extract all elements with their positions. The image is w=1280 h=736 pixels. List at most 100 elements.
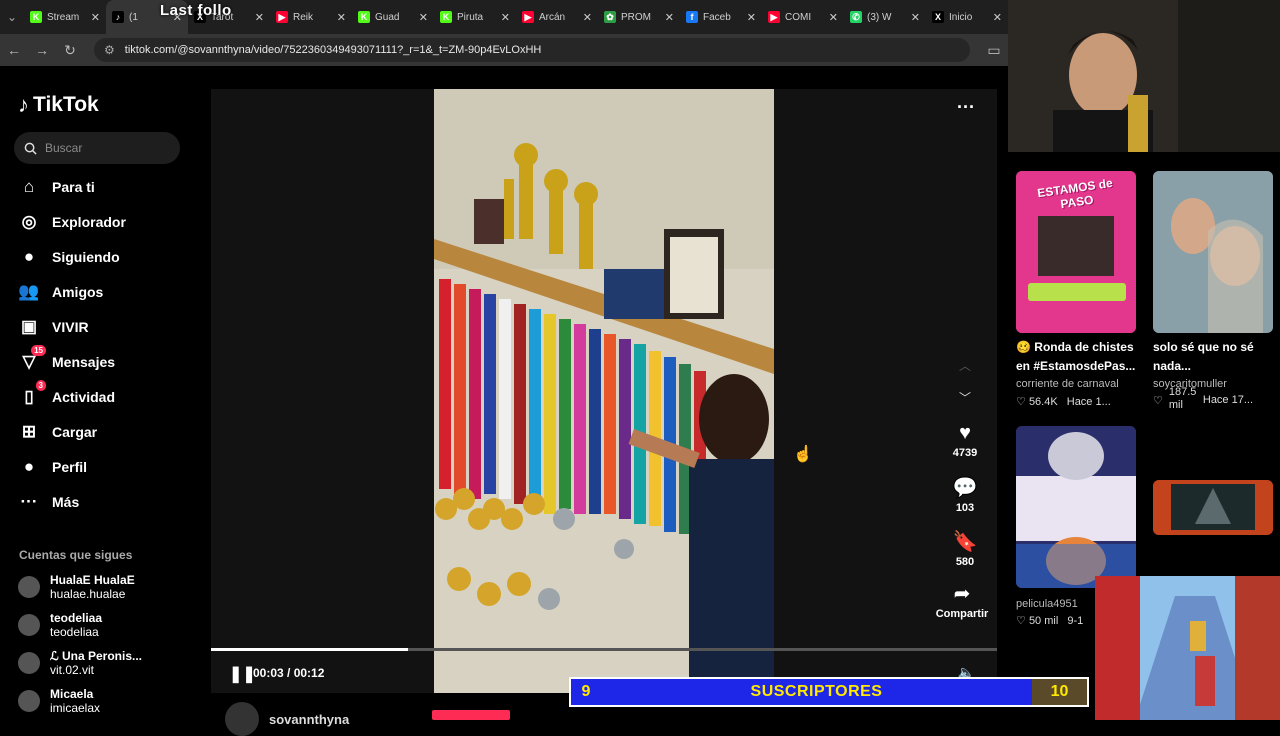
tab-close-icon[interactable]: ✕ [419, 11, 428, 24]
sidebar-nav-item[interactable]: ··· Más [18, 491, 80, 513]
tab-favicon-icon: K [440, 11, 452, 23]
profile-icon: ● [23, 457, 35, 476]
browser-tab[interactable]: f Faceb ✕ [680, 0, 762, 34]
follow-button[interactable] [432, 710, 510, 720]
browser-tab[interactable]: ▶ Reik ✕ [270, 0, 352, 34]
share-label: Compartir [935, 608, 989, 620]
tiktok-logo[interactable]: ♪ TikTok [18, 92, 99, 118]
reload-icon[interactable]: ↻ [56, 42, 84, 59]
progress-bar[interactable] [211, 648, 997, 651]
browser-tab[interactable]: ▶ Arcán ✕ [516, 0, 598, 34]
install-app-icon[interactable]: ▭ [980, 42, 1008, 59]
account-text: HualaE HualaE hualae.hualae [50, 573, 135, 601]
thumb-3-image [1016, 426, 1136, 588]
notification-badge: 3 [35, 380, 46, 391]
followed-account[interactable]: HualaE HualaE hualae.hualae [18, 573, 135, 601]
recommended-meta-2: ♡ 187.5 mil Hace 17... [1153, 386, 1253, 412]
followed-account[interactable]: Micaela imicaelax [18, 687, 100, 715]
recommended-thumb-3[interactable] [1016, 426, 1136, 588]
url-field[interactable]: ⚙ tiktok.com/@sovannthyna/video/75223603… [94, 38, 970, 62]
browser-tab[interactable]: K Piruta ✕ [434, 0, 516, 34]
recommended-thumb-1[interactable]: ESTAMOS de PASO [1016, 171, 1136, 333]
like-button[interactable]: ♥ 4739 [943, 422, 987, 459]
video-frame[interactable] [434, 89, 774, 693]
author-avatar[interactable] [225, 702, 259, 736]
tab-close-icon[interactable]: ✕ [337, 11, 346, 24]
video-player[interactable]: ··· ︿ ﹀ ♥ 4739 💬 103 🔖 580 ➦ Compartir ❚… [211, 89, 997, 693]
browser-tab[interactable]: K Stream ✕ [24, 0, 106, 34]
sidebar-nav-item[interactable]: ▣ VIVIR [18, 316, 89, 338]
share-button[interactable]: ➦ Compartir [929, 581, 995, 620]
followed-account[interactable]: teodeliaa teodeliaa [18, 611, 102, 639]
forward-icon[interactable]: → [28, 42, 56, 58]
site-settings-icon[interactable]: ⚙ [104, 43, 115, 57]
tab-close-icon[interactable]: ✕ [255, 11, 264, 24]
search-placeholder: Buscar [45, 141, 83, 155]
tab-close-icon[interactable]: ✕ [91, 11, 100, 24]
progress-fill [211, 648, 408, 651]
sidebar-nav-item[interactable]: ● Perfil [18, 456, 87, 478]
account-text: Micaela imicaelax [50, 687, 100, 715]
previous-video-chevron-icon[interactable]: ︿ [959, 357, 971, 374]
stream-overlay-last-follow: Last follo [160, 2, 232, 19]
browser-tab[interactable]: K Guad ✕ [352, 0, 434, 34]
webcam-image [1008, 0, 1280, 152]
tab-close-icon[interactable]: ✕ [501, 11, 510, 24]
tab-title: Arcán [539, 11, 566, 23]
sidebar-nav-item[interactable]: ▯ 3 Actividad [18, 380, 115, 408]
compass-icon: ◎ [21, 212, 37, 231]
sidebar-nav-item[interactable]: ⊞ Cargar [18, 421, 97, 443]
recommended-likes-2: 187.5 mil [1168, 386, 1197, 411]
sidebar-nav-item[interactable]: 👥 Amigos [18, 281, 103, 303]
followed-account[interactable]: ℒ Una Peronis... vit.02.vit [18, 649, 142, 677]
recommended-likes-3: 50 mil [1028, 615, 1059, 627]
next-video-chevron-icon[interactable]: ﹀ [959, 389, 971, 406]
browser-tab[interactable]: ✿ PROM ✕ [598, 0, 680, 34]
recommended-meta-3: ♡ 50 mil 9-1 [1016, 614, 1083, 627]
sidebar-nav-item[interactable]: ▽ 15 Mensajes [18, 345, 115, 373]
browser-tab[interactable]: X Inicio ✕ [926, 0, 1008, 34]
heart-outline-icon: ♡ [1016, 396, 1026, 408]
recommended-author-3[interactable]: pelicula4951 [1016, 598, 1078, 610]
tab-close-icon[interactable]: ✕ [829, 11, 838, 24]
subscriber-goal-bar: 9 SUSCRIPTORES 10 [569, 677, 1089, 707]
browser-tab[interactable]: ▶ COMI ✕ [762, 0, 844, 34]
tab-close-icon[interactable]: ✕ [665, 11, 674, 24]
subscriber-label: SUSCRIPTORES [750, 683, 883, 700]
account-avatar [18, 690, 40, 712]
tab-close-icon[interactable]: ✕ [993, 11, 1002, 24]
tab-close-icon[interactable]: ✕ [583, 11, 592, 24]
thumb-2-image [1153, 171, 1273, 333]
sidebar-nav-item[interactable]: ⌂ Para ti [18, 176, 95, 198]
more-icon: ··· [20, 492, 38, 511]
recommended-title-2[interactable]: solo sé que no sé nada... [1153, 338, 1273, 376]
tab-close-icon[interactable]: ✕ [911, 11, 920, 24]
friends-icon: 👥 [18, 282, 40, 301]
recommended-title-1[interactable]: 🥴 Ronda de chistes en #EstamosdePas... [1016, 338, 1136, 376]
browser-address-bar: ← → ↻ ⚙ tiktok.com/@sovannthyna/video/75… [0, 34, 1008, 66]
author-name[interactable]: sovannthyna [269, 712, 349, 727]
sidebar-nav-item[interactable]: ● Siguiendo [18, 246, 120, 268]
tab-close-icon[interactable]: ✕ [747, 11, 756, 24]
sidebar-nav-label: Perfil [52, 459, 88, 475]
sidebar-nav-item[interactable]: ◎ Explorador [18, 211, 126, 233]
sidebar-nav-label: Explorador [52, 214, 126, 230]
browser-tab[interactable]: ✆ (3) W ✕ [844, 0, 926, 34]
recommended-thumb-4[interactable] [1153, 480, 1273, 535]
recommended-thumb-2[interactable] [1153, 171, 1273, 333]
save-button[interactable]: 🔖 580 [943, 529, 987, 568]
timecode: 00:03 / 00:12 [253, 666, 325, 680]
tab-list-chevron-icon[interactable]: ⌄ [0, 10, 24, 24]
game-overlay-image [1095, 576, 1280, 720]
recommended-author-1[interactable]: corriente de carnaval [1016, 378, 1119, 390]
author-row[interactable]: sovannthyna [225, 702, 349, 736]
account-handle: vit.02.vit [50, 663, 95, 677]
pause-icon[interactable]: ❚❚ [229, 664, 256, 684]
tab-title: COMI [785, 11, 812, 23]
recommended-age-1: Hace 1... [1066, 396, 1111, 408]
more-options-icon[interactable]: ··· [957, 97, 975, 118]
search-input[interactable]: Buscar [14, 132, 180, 164]
url-text: tiktok.com/@sovannthyna/video/7522360349… [124, 44, 542, 56]
back-icon[interactable]: ← [0, 42, 28, 58]
comment-button[interactable]: 💬 103 [943, 475, 987, 514]
